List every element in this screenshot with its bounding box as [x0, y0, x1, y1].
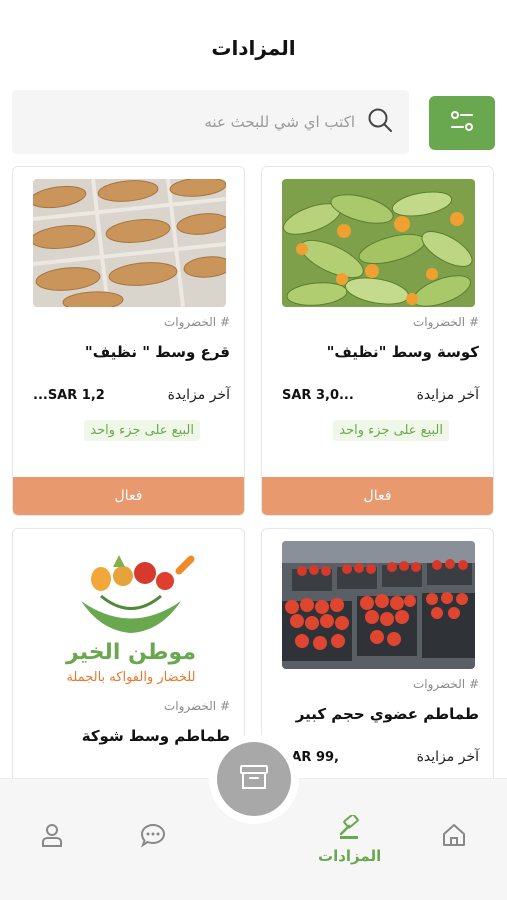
center-action-button[interactable] [217, 742, 291, 816]
last-bid-label: آخر مزايدة [167, 387, 230, 403]
search-box[interactable] [12, 90, 409, 154]
category-label: # الخضروات [163, 699, 230, 713]
auction-card[interactable]: # الخضروات طماطم عضوي حجم كبير آخر مزايد… [261, 528, 494, 788]
page-title: المزادات [211, 36, 296, 60]
auction-card[interactable]: # الخضروات قرع وسط " نظيف" آخر مزايدة ..… [12, 166, 245, 516]
last-bid-label: آخر مزايدة [416, 387, 479, 403]
category-label: # الخضروات [412, 677, 479, 691]
home-icon [440, 821, 468, 853]
brand-logo: موطن الخير للخضار والفواكه بالجملة [41, 541, 221, 691]
last-bid-label: آخر مزايدة [416, 749, 479, 765]
nav-auctions-label: المزادات [318, 847, 382, 865]
tomatoes-photo [282, 541, 475, 669]
nav-chat[interactable] [139, 821, 167, 853]
status-button[interactable]: فعال [13, 477, 244, 515]
nav-profile[interactable] [38, 821, 66, 853]
product-title: قرع وسط " نظيف" [84, 343, 230, 361]
box-icon [238, 762, 270, 796]
nav-auctions[interactable]: المزادات [318, 813, 382, 865]
status-button[interactable]: فعال [262, 477, 493, 515]
chat-icon [139, 821, 167, 853]
logo-text: موطن الخير [65, 640, 196, 665]
page-header: المزادات [0, 0, 507, 90]
search-icon[interactable] [367, 107, 393, 137]
product-title: كوسة وسط "نظيف" [326, 343, 479, 361]
sale-tag: البيع على جزء واحد [333, 420, 449, 441]
auction-card[interactable]: موطن الخير للخضار والفواكه بالجملة # الخ… [12, 528, 245, 788]
nav-home[interactable] [440, 821, 468, 853]
search-input[interactable] [35, 113, 355, 131]
gavel-icon [336, 813, 364, 845]
filter-icon [448, 107, 476, 139]
category-label: # الخضروات [163, 315, 230, 329]
price-value: SAR 99, [282, 750, 339, 765]
gourd-photo [33, 179, 226, 307]
price-value: ...SAR 1,2 [33, 388, 105, 403]
category-label: # الخضروات [412, 315, 479, 329]
filter-button[interactable] [429, 96, 495, 150]
zucchini-photo [282, 179, 475, 307]
logo-subtext: للخضار والفواكه بالجملة [66, 670, 195, 685]
search-row [12, 90, 495, 154]
product-title: طماطم عضوي حجم كبير [295, 705, 479, 723]
auction-card[interactable]: # الخضروات كوسة وسط "نظيف" آخر مزايدة SA… [261, 166, 494, 516]
profile-icon [38, 821, 66, 853]
price-value: SAR 3,0... [282, 388, 354, 403]
sale-tag: البيع على جزء واحد [84, 420, 200, 441]
product-title: طماطم وسط شوكة [81, 727, 230, 745]
